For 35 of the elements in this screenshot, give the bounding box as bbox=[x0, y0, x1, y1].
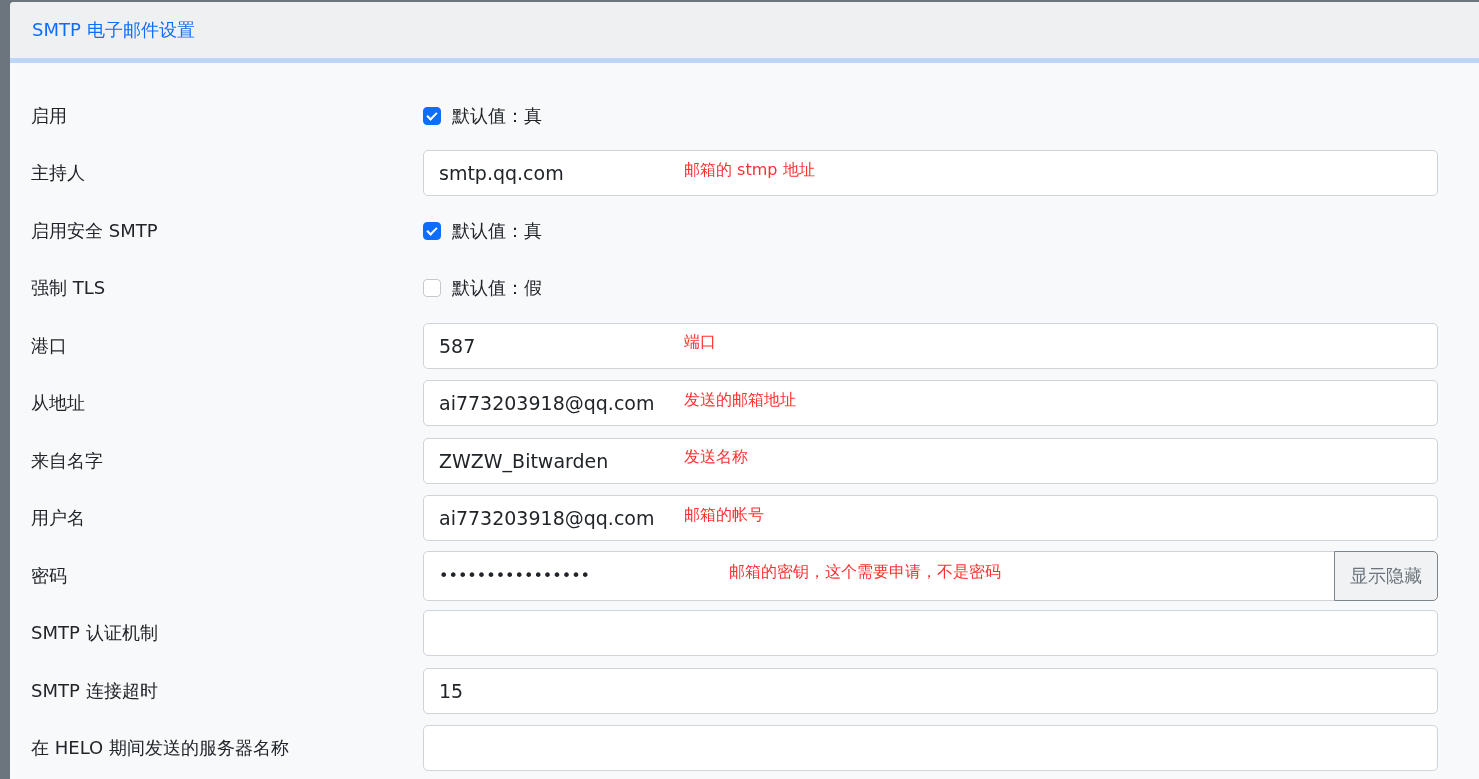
setting-label: 来自名字 bbox=[30, 448, 104, 473]
card-title: SMTP 电子邮件设置 bbox=[32, 18, 195, 42]
setting-label: SMTP 连接超时 bbox=[30, 678, 159, 703]
annotation-text: 发送名称 bbox=[684, 447, 748, 469]
annotation-text: 发送的邮箱地址 bbox=[684, 389, 796, 411]
input-field[interactable] bbox=[423, 725, 1438, 772]
checkbox-label: 默认值：假 bbox=[452, 276, 542, 301]
setting-label: 主持人 bbox=[30, 161, 86, 186]
annotation-text: 邮箱的密钥，这个需要申请，不是密码 bbox=[729, 562, 1001, 584]
setting-label: 从地址 bbox=[30, 391, 86, 416]
setting-label: 启用 bbox=[30, 103, 68, 128]
setting-label: 在 HELO 期间发送的服务器名称 bbox=[30, 736, 290, 761]
show-hide-button[interactable]: 显示隐藏 bbox=[1334, 550, 1438, 601]
setting-label: SMTP 认证机制 bbox=[30, 621, 159, 646]
input-field[interactable]: ai773203918@qq.com 邮箱的帐号 bbox=[423, 495, 1438, 542]
setting-label: 强制 TLS bbox=[30, 276, 107, 301]
input-field[interactable]: ZWZW_Bitwarden 发送名称 bbox=[423, 437, 1438, 484]
checkbox-label: 默认值：真 bbox=[452, 218, 542, 243]
input-field[interactable]: 587 端口 bbox=[423, 322, 1438, 369]
input-field[interactable]: 15 bbox=[423, 667, 1438, 714]
input-field[interactable] bbox=[423, 610, 1438, 657]
setting-label: 用户名 bbox=[30, 506, 86, 531]
annotation-text: 邮箱的帐号 bbox=[684, 504, 764, 526]
setting-label: 港口 bbox=[30, 333, 68, 358]
input-field[interactable]: •••••••••••••••• 邮箱的密钥，这个需要申请，不是密码 bbox=[423, 550, 1335, 601]
setting-label: 密码 bbox=[30, 563, 68, 588]
input-field[interactable]: ai773203918@qq.com 发送的邮箱地址 bbox=[423, 380, 1438, 427]
checkbox-label: 默认值：真 bbox=[452, 103, 542, 128]
annotation-text: 端口 bbox=[684, 332, 716, 354]
checkbox[interactable] bbox=[423, 106, 441, 125]
annotation-text: 邮箱的 stmp 地址 bbox=[684, 159, 815, 181]
checkbox[interactable] bbox=[423, 279, 441, 298]
checkbox[interactable] bbox=[423, 221, 441, 240]
setting-label: 启用安全 SMTP bbox=[30, 218, 159, 243]
input-field[interactable]: smtp.qq.com 邮箱的 stmp 地址 bbox=[423, 150, 1438, 197]
